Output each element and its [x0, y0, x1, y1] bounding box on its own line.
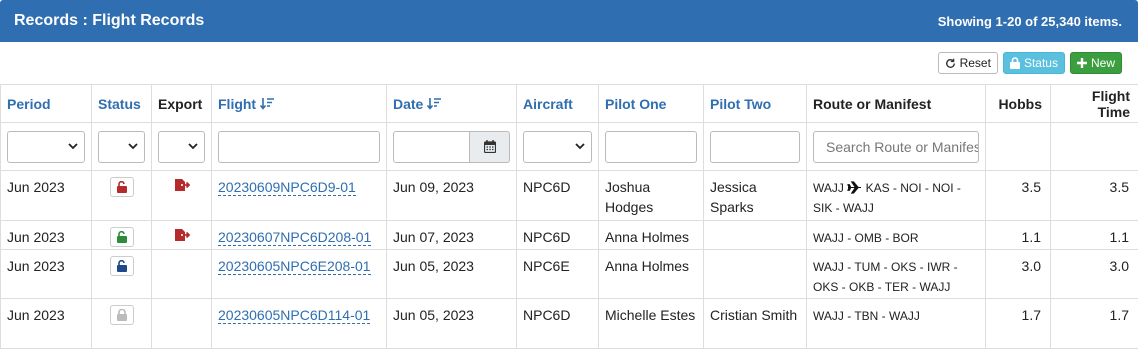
flight-link[interactable]: 20230609NPC6D9-01	[218, 179, 356, 196]
pilot-two-filter-input[interactable]	[710, 130, 800, 163]
pilot-one-cell: Joshua Hodges	[598, 170, 704, 221]
route-search-input[interactable]: Search Route or Manifest	[813, 130, 979, 163]
hobbs-cell: 3.0	[985, 249, 1051, 299]
table-row: Jun 2023 20230605NPC6E208-01 Jun 05, 202…	[0, 249, 1138, 299]
date-cell: Jun 09, 2023	[386, 170, 517, 221]
aircraft-cell: NPC6D	[516, 170, 599, 221]
route-cell: WAJJ - OMB - BOR	[806, 220, 986, 250]
new-label: New	[1090, 56, 1115, 70]
route-cell: WAJJ KAS - NOI - NOI - SIK - WAJJ	[806, 170, 986, 221]
plus-icon	[1076, 58, 1087, 68]
route-cell: WAJJ - TUM - OKS - IWR - OKS - OKB - TER…	[806, 249, 986, 299]
pilot-one-cell: Anna Holmes	[598, 249, 704, 299]
airplane-icon	[847, 181, 862, 194]
pilot-two-cell: Jessica Sparks	[703, 170, 807, 221]
pilot-one-cell: Anna Holmes	[598, 220, 704, 250]
status-button[interactable]: Status	[1002, 52, 1065, 74]
flight-link[interactable]: 20230605NPC6E208-01	[218, 258, 371, 275]
col-flight[interactable]: Flight	[211, 84, 387, 123]
period-cell: Jun 2023	[0, 220, 92, 250]
hobbs-cell: 1.7	[985, 298, 1051, 349]
chevron-down-icon	[128, 143, 138, 150]
flight-link[interactable]: 20230607NPC6D208-01	[218, 229, 372, 246]
aircraft-cell: NPC6E	[516, 249, 599, 299]
unlock-icon	[116, 260, 127, 272]
lock-icon	[1009, 57, 1020, 69]
pilot-one-cell: Michelle Estes	[598, 298, 704, 349]
new-button[interactable]: New	[1069, 52, 1122, 74]
chevron-down-icon	[188, 143, 198, 150]
date-cell: Jun 07, 2023	[386, 220, 517, 250]
flight-records-table: Period Status Export Flight Date Aircraf…	[0, 84, 1138, 349]
unlock-icon	[116, 181, 127, 193]
toolbar: Reset Status New	[937, 52, 1122, 74]
flight-time-cell: 1.1	[1050, 220, 1138, 250]
chevron-down-icon	[68, 143, 78, 150]
reset-button[interactable]: Reset	[937, 52, 998, 74]
col-flight-time: Flight Time	[1050, 84, 1138, 123]
period-filter-select[interactable]	[7, 130, 85, 163]
aircraft-cell: NPC6D	[516, 220, 599, 250]
pilot-one-filter-input[interactable]	[605, 130, 697, 163]
lock-icon	[116, 309, 127, 321]
lock-toggle[interactable]	[109, 177, 134, 197]
export-icon[interactable]	[174, 178, 190, 192]
table-row: Jun 2023 20230605NPC6D114-01 Jun 05, 202…	[0, 298, 1138, 349]
pilot-two-cell	[703, 220, 807, 250]
status-filter-select[interactable]	[98, 130, 145, 163]
col-route: Route or Manifest	[806, 84, 986, 123]
col-status[interactable]: Status	[91, 84, 152, 123]
export-filter-select[interactable]	[158, 130, 205, 163]
date-cell: Jun 05, 2023	[386, 249, 517, 299]
aircraft-filter-select[interactable]	[523, 130, 592, 163]
lock-toggle[interactable]	[109, 227, 134, 247]
aircraft-cell: NPC6D	[516, 298, 599, 349]
sort-desc-icon	[427, 97, 442, 110]
flight-time-cell: 1.7	[1050, 298, 1138, 349]
hobbs-cell: 3.5	[985, 170, 1051, 221]
page-title: Records : Flight Records	[14, 12, 205, 29]
items-count: Showing 1-20 of 25,340 items.	[937, 13, 1122, 29]
flight-filter-input[interactable]	[218, 130, 380, 163]
col-period[interactable]: Period	[0, 84, 92, 123]
col-date[interactable]: Date	[386, 84, 517, 123]
period-cell: Jun 2023	[0, 249, 92, 299]
date-cell: Jun 05, 2023	[386, 298, 517, 349]
refresh-icon	[945, 58, 955, 68]
export-icon[interactable]	[174, 228, 190, 242]
flight-link[interactable]: 20230605NPC6D114-01	[218, 307, 371, 324]
date-filter	[393, 130, 510, 163]
flight-time-cell: 3.0	[1050, 249, 1138, 299]
calendar-icon	[483, 140, 496, 153]
lock-toggle[interactable]	[109, 256, 134, 276]
pilot-two-cell: Cristian Smith	[703, 298, 807, 349]
table-row: Jun 2023 20230607NPC6D208-01 Jun 07, 202…	[0, 220, 1138, 250]
page-header: Records : Flight Records Showing 1-20 of…	[0, 0, 1138, 42]
unlock-icon	[116, 231, 127, 243]
calendar-button[interactable]	[470, 130, 510, 163]
sort-desc-icon	[259, 97, 274, 110]
flight-time-cell: 3.5	[1050, 170, 1138, 221]
col-aircraft[interactable]: Aircraft	[516, 84, 599, 123]
chevron-down-icon	[575, 143, 585, 150]
route-cell: WAJJ - TBN - WAJJ	[806, 298, 986, 349]
pilot-two-cell	[703, 249, 807, 299]
lock-toggle[interactable]	[109, 305, 134, 325]
col-hobbs: Hobbs	[985, 84, 1051, 123]
status-label: Status	[1023, 56, 1058, 70]
date-filter-input[interactable]	[393, 130, 470, 163]
col-pilot-two[interactable]: Pilot Two	[703, 84, 807, 123]
col-export: Export	[151, 84, 212, 123]
period-cell: Jun 2023	[0, 170, 92, 221]
col-pilot-one[interactable]: Pilot One	[598, 84, 704, 123]
reset-label: Reset	[959, 56, 991, 70]
period-cell: Jun 2023	[0, 298, 92, 349]
table-row: Jun 2023 20230609NPC6D9-01 Jun 09, 2023 …	[0, 170, 1138, 221]
hobbs-cell: 1.1	[985, 220, 1051, 250]
